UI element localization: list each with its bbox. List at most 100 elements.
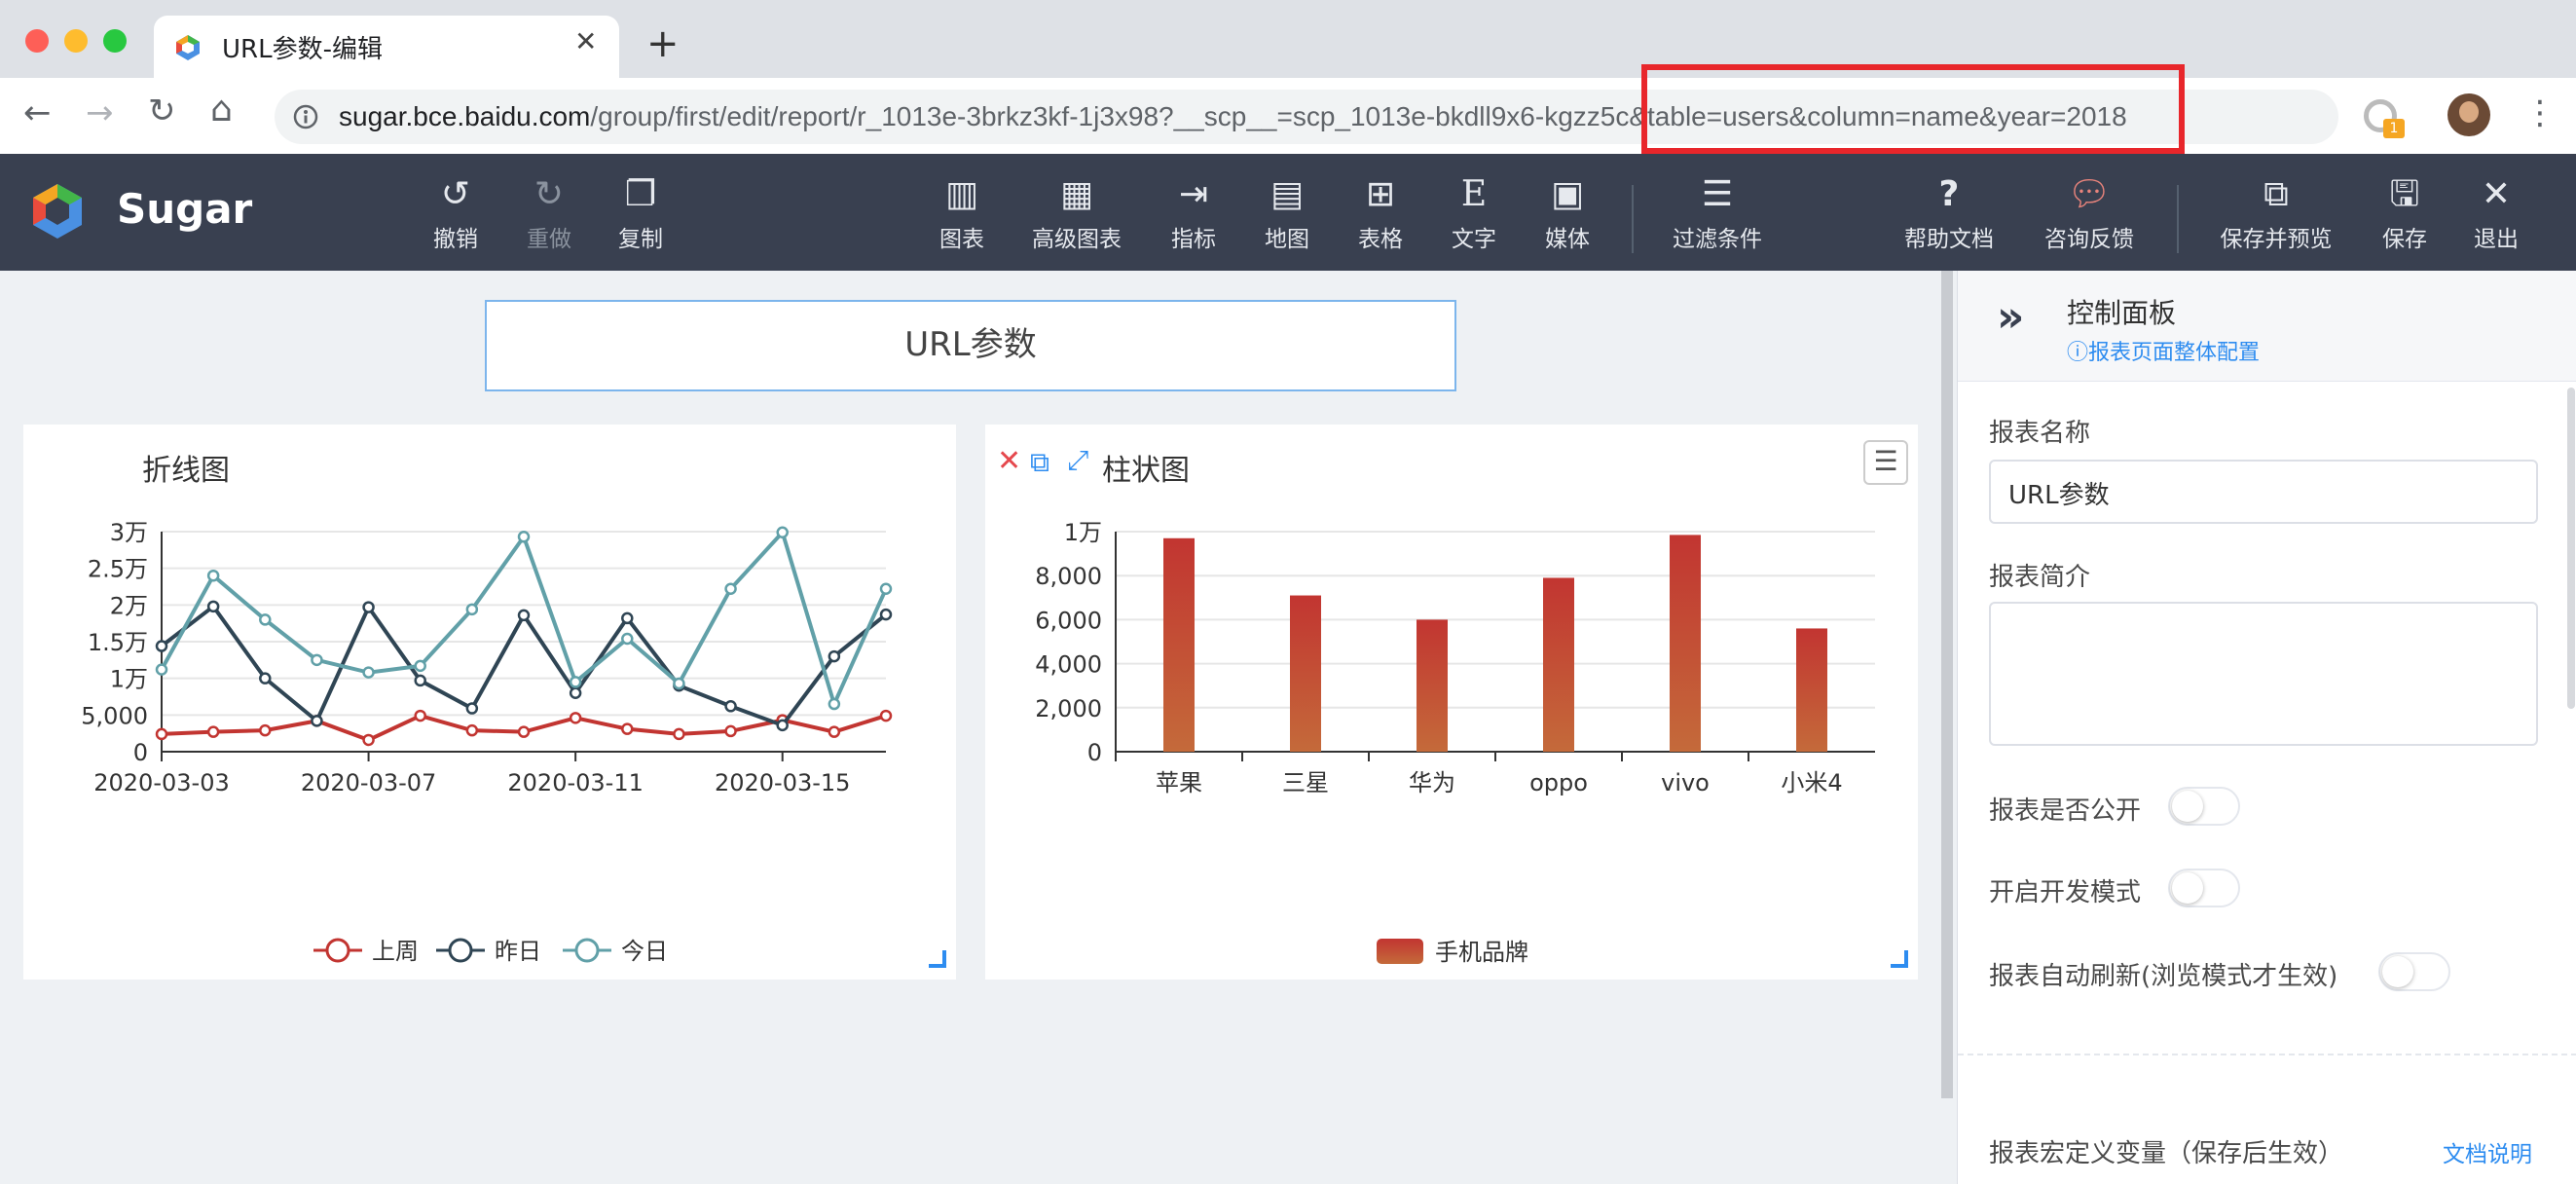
- x-tick-label: 2020-03-11: [507, 769, 643, 796]
- legend-symbol: [1377, 939, 1423, 964]
- home-icon[interactable]: ⌂: [210, 90, 233, 130]
- tab-close-icon[interactable]: ✕: [574, 25, 597, 57]
- data-point: [465, 603, 479, 616]
- browser-tab[interactable]: URL参数-编辑 ✕: [154, 16, 619, 78]
- forward-arrow-icon[interactable]: →: [86, 93, 114, 132]
- bar-chart-icon: ▥: [944, 174, 978, 214]
- feedback-button[interactable]: 💬︎ 咨询反馈: [2042, 175, 2136, 253]
- highlight-box: [1641, 64, 2185, 154]
- control-panel: » 控制面板 ⓘ报表页面整体配置 报表名称 URL参数 报表简介 报表是否公开 …: [1957, 271, 2576, 1184]
- metric-button[interactable]: ⇥ 指标: [1166, 175, 1221, 253]
- x-tick-label: 苹果: [1156, 769, 1202, 796]
- filter-button[interactable]: ☰ 过滤条件: [1671, 175, 1764, 253]
- redo-button[interactable]: ↻ 重做: [522, 175, 576, 253]
- data-point: [259, 672, 272, 684]
- exit-button[interactable]: ✕ 退出: [2469, 175, 2523, 253]
- data-point: [311, 715, 323, 727]
- text-icon: E: [1460, 174, 1488, 214]
- data-point: [879, 582, 893, 596]
- panel-scrollbar[interactable]: [2567, 388, 2575, 709]
- undo-icon: ↺: [440, 174, 471, 214]
- report-name-input[interactable]: URL参数: [1989, 460, 2538, 524]
- y-tick-label: 1万: [110, 666, 148, 693]
- save-button[interactable]: 🖫︎ 保存: [2377, 175, 2432, 253]
- collapse-panel-icon[interactable]: »: [1997, 292, 2024, 342]
- browser-menu-icon[interactable]: ⋮: [2523, 93, 2557, 132]
- back-arrow-icon[interactable]: ←: [23, 93, 52, 132]
- address-bar-row: ← → ↻ ⌂ sugar.bce.baidu.com/group/first/…: [0, 64, 2576, 154]
- bar-chart-svg: 0 2,000 4,000 6,000 8,000 1万苹果 三星 华为 oppo vivo 小米4…: [1035, 519, 1875, 966]
- map-button[interactable]: ▤ 地图: [1260, 175, 1314, 253]
- x-tick-label: 小米4: [1781, 769, 1842, 796]
- x-tick-label: 三星: [1282, 769, 1329, 796]
- undo-button[interactable]: ↺ 撤销: [428, 175, 483, 253]
- extension-badge: 1: [2383, 119, 2405, 138]
- data-point: [465, 702, 479, 715]
- resize-handle-icon[interactable]: [929, 950, 946, 968]
- profile-avatar[interactable]: [2447, 93, 2490, 136]
- data-point: [362, 666, 375, 679]
- x-tick-label: 2020-03-07: [301, 769, 436, 796]
- tab-title: URL参数-编辑: [222, 35, 383, 64]
- data-point: [465, 723, 479, 737]
- x-tick-label: vivo: [1661, 769, 1710, 796]
- data-point: [362, 601, 375, 613]
- site-info-icon[interactable]: [292, 103, 319, 130]
- table-button[interactable]: ⊞ 表格: [1353, 175, 1408, 253]
- data-point: [414, 674, 426, 687]
- bar: [1670, 535, 1701, 752]
- minimize-window-button[interactable]: [64, 29, 88, 53]
- data-point: [206, 569, 220, 582]
- data-point: [259, 723, 272, 737]
- data-point: [259, 613, 272, 626]
- chart-button[interactable]: ▥ 图表: [935, 175, 989, 253]
- x-tick-label: 2020-03-03: [93, 769, 229, 796]
- auto-refresh-toggle[interactable]: [2378, 952, 2450, 991]
- bar: [1163, 537, 1195, 752]
- close-window-button[interactable]: [25, 29, 49, 53]
- copy-button[interactable]: ❐ 复制: [613, 175, 668, 253]
- data-point: [569, 686, 582, 699]
- sugar-favicon-icon: [176, 35, 200, 60]
- data-point: [414, 709, 426, 722]
- y-tick-label: 1.5万: [88, 629, 148, 656]
- bar: [1290, 595, 1321, 752]
- image-icon: ▣: [1550, 174, 1584, 214]
- y-tick-label: 0: [133, 739, 148, 766]
- report-title-box[interactable]: URL参数: [485, 300, 1456, 391]
- help-docs-button[interactable]: ? 帮助文档: [1902, 175, 1996, 253]
- public-label: 报表是否公开: [1989, 796, 2142, 826]
- data-point: [879, 608, 893, 621]
- data-point: [155, 727, 168, 741]
- bar-chart-card[interactable]: ✕ ⧉ ⤢ 柱状图 ☰ 0 2,000 4,000 6,000 8,000 1万 苹果 三星华…: [985, 425, 1918, 980]
- resize-handle-icon[interactable]: [1891, 950, 1908, 968]
- dev-mode-toggle[interactable]: [2168, 869, 2240, 907]
- data-point: [828, 725, 841, 738]
- data-point: [414, 659, 426, 673]
- reload-icon[interactable]: ↻: [148, 92, 176, 130]
- advanced-chart-button[interactable]: ▦ 高级图表: [1030, 175, 1123, 253]
- panel-subtitle-link[interactable]: ⓘ报表页面整体配置: [2067, 335, 2260, 366]
- line-chart-card[interactable]: 折线图 0 5,000 1万 1.5万 2万 2.5万 3万 2020-03-03 2020-0…: [23, 425, 956, 980]
- report-desc-textarea[interactable]: [1989, 602, 2538, 746]
- data-point: [206, 725, 220, 738]
- report-name-label: 报表名称: [1989, 419, 2091, 448]
- canvas-scrollbar[interactable]: [1941, 271, 1953, 1098]
- new-tab-button[interactable]: +: [646, 21, 680, 66]
- legend-symbol: [325, 938, 350, 963]
- media-button[interactable]: ▣ 媒体: [1540, 175, 1595, 253]
- save-and-preview-button[interactable]: ⧉ 保存并预览: [2216, 175, 2337, 253]
- data-point: [517, 531, 531, 543]
- data-point: [776, 719, 789, 732]
- data-point: [828, 697, 841, 711]
- data-point: [673, 727, 685, 741]
- panel-divider: [1958, 1054, 2576, 1055]
- text-button[interactable]: E 文字: [1447, 175, 1501, 253]
- x-tick-label: oppo: [1529, 769, 1588, 796]
- doc-link[interactable]: 文档说明: [2443, 1135, 2532, 1168]
- logo-text: Sugar: [117, 185, 253, 233]
- maximize-window-button[interactable]: [103, 29, 127, 53]
- table-icon: ⊞: [1365, 174, 1396, 214]
- data-point: [155, 640, 168, 652]
- public-toggle[interactable]: [2168, 787, 2240, 826]
